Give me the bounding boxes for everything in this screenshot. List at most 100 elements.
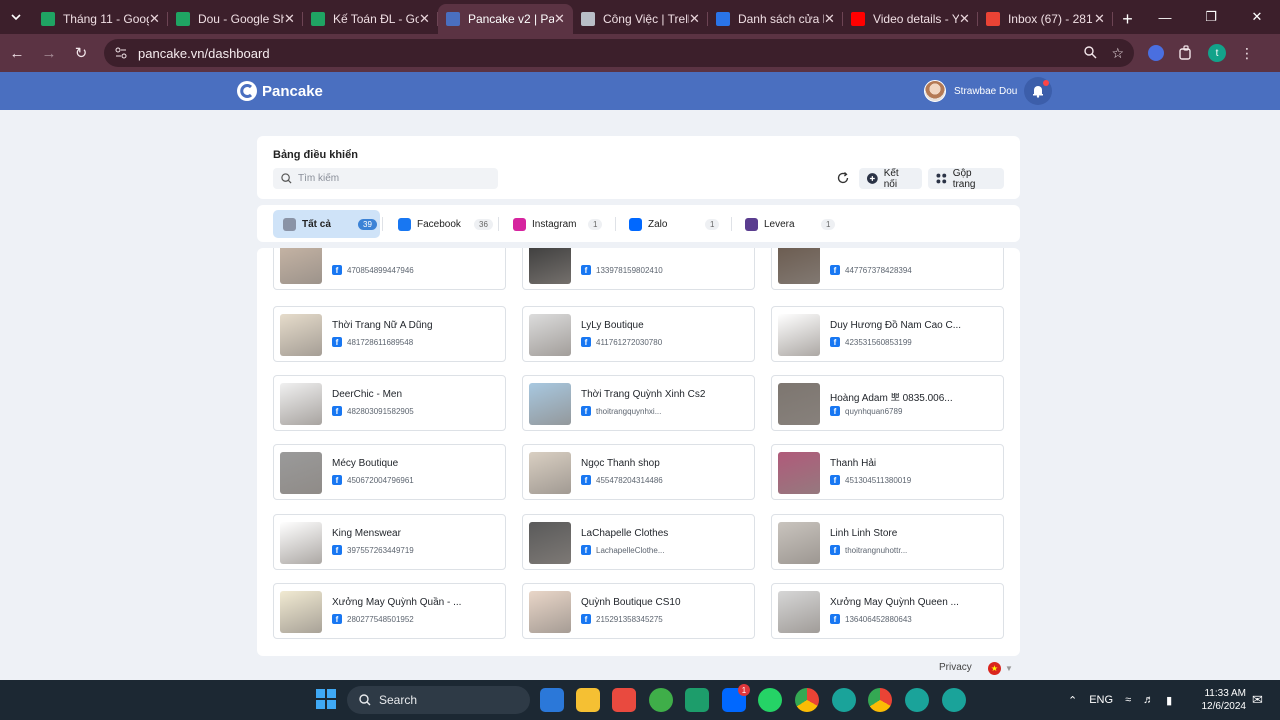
browser-tab[interactable]: Danh sách cửa h ✕	[708, 4, 843, 34]
channel-tab-all-pages[interactable]: Tất cả 39	[273, 210, 380, 238]
refresh-icon[interactable]	[836, 171, 850, 185]
privacy-link[interactable]: Privacy	[939, 662, 972, 673]
page-card[interactable]: Hoàng Adam 뽀 0835.006... f quynhquan6789	[771, 375, 1004, 431]
tab-divider	[731, 217, 732, 231]
page-card[interactable]: Quỳnh Boutique CS10 f 215291358345275	[522, 583, 755, 639]
browser-tab[interactable]: Pancake v2 | Pan ✕	[437, 4, 573, 34]
language-dropdown-icon[interactable]: ▼	[1005, 664, 1013, 673]
notification-button[interactable]	[1024, 77, 1052, 105]
user-menu[interactable]: Strawbae Dou	[924, 80, 1017, 102]
merge-pages-button[interactable]: Gộp trang	[928, 168, 1004, 190]
file-explorer-icon[interactable]	[576, 688, 600, 712]
tab-close-icon[interactable]: ✕	[959, 11, 970, 27]
tab-title: Kế Toán ĐL - Go	[332, 12, 420, 26]
site-info-icon[interactable]	[114, 46, 128, 60]
page-id-row: f 481728611689548	[332, 337, 413, 347]
language-indicator[interactable]: ENG	[1089, 694, 1113, 706]
reload-icon[interactable]: ↻	[66, 38, 96, 68]
tab-close-icon[interactable]: ✕	[149, 11, 160, 27]
channel-tab-zalo[interactable]: Zalo 1	[619, 210, 727, 238]
back-icon[interactable]: ←	[2, 38, 32, 68]
pancake-logo[interactable]: Pancake	[236, 80, 323, 102]
page-card[interactable]: Ngọc Thanh shop f 455478204314486	[522, 444, 755, 500]
tab-close-icon[interactable]: ✕	[824, 11, 835, 27]
address-bar[interactable]: pancake.vn/dashboard ☆	[104, 39, 1134, 67]
page-name: LyLy Boutique	[581, 320, 644, 331]
tab-close-icon[interactable]: ✕	[1094, 11, 1105, 27]
page-card[interactable]: Xưởng May Quỳnh Queen ... f 13640645288064…	[771, 583, 1004, 639]
page-avatar	[280, 591, 322, 633]
channel-tab-levera[interactable]: Levera 1	[735, 210, 843, 238]
stock-app-icon[interactable]	[685, 688, 709, 712]
wifi-icon[interactable]: ≈	[1125, 694, 1131, 706]
tray-overflow-icon[interactable]: ⌃	[1068, 694, 1077, 707]
browser-tab[interactable]: Kế Toán ĐL - Go ✕	[303, 4, 438, 34]
page-card[interactable]: Thời Trang Quỳnh Xinh Cs2 f thoitrangquynh…	[522, 375, 755, 431]
browser-menu-icon[interactable]: ⋮	[1240, 45, 1254, 62]
tab-title: Danh sách cửa h	[737, 12, 825, 26]
tab-search-button[interactable]	[0, 0, 33, 34]
store-app-icon[interactable]	[612, 688, 636, 712]
page-card[interactable]: Duy Hương Đồ Nam Cao C... f 42353156085319…	[771, 306, 1004, 362]
chrome-profile-icon-2[interactable]	[905, 688, 929, 712]
page-card[interactable]: f 447767378428394	[771, 248, 1004, 290]
page-card[interactable]: LyLy Boutique f 411761272030780	[522, 306, 755, 362]
zalo-taskbar-icon[interactable]: 1	[722, 684, 750, 712]
minimize-icon[interactable]: —	[1142, 0, 1188, 34]
chrome-profile-icon[interactable]	[832, 688, 856, 712]
task-view-icon[interactable]	[540, 688, 564, 712]
zoom-icon[interactable]	[1083, 45, 1097, 59]
search-input[interactable]	[298, 173, 488, 184]
close-window-icon[interactable]: ✕	[1234, 0, 1280, 34]
connect-button[interactable]: Kết nối	[859, 168, 922, 190]
browser-tab[interactable]: Dou - Google Sh ✕	[168, 4, 303, 34]
puzzle-icon[interactable]	[1178, 45, 1194, 61]
page-card[interactable]: Thanh Hải f 451304511380019	[771, 444, 1004, 500]
page-card[interactable]: f 470854899447946	[273, 248, 506, 290]
zalo-icon	[629, 217, 642, 231]
page-card[interactable]: Linh Linh Store f thoitrangnuhottr...	[771, 514, 1004, 570]
maximize-icon[interactable]: ❐	[1188, 0, 1234, 34]
tab-close-icon[interactable]: ✕	[419, 11, 430, 27]
tab-close-icon[interactable]: ✕	[554, 11, 565, 27]
tab-close-icon[interactable]: ✕	[284, 11, 295, 27]
channel-tab-facebook[interactable]: Facebook 36	[388, 210, 496, 238]
new-tab-button[interactable]: +	[1113, 4, 1142, 34]
page-card[interactable]: Thời Trang Nữ A Dũng f 481728611689548	[273, 306, 506, 362]
page-id-row: f quynhquan6789	[830, 406, 902, 416]
search-box[interactable]	[273, 168, 498, 189]
vietnam-flag-icon[interactable]: ★	[988, 662, 1001, 675]
channel-tab-instagram[interactable]: Instagram 1	[503, 210, 611, 238]
tab-close-icon[interactable]: ✕	[689, 11, 700, 27]
chrome-profile-icon-3[interactable]	[942, 688, 966, 712]
taskbar-search[interactable]: Search	[347, 686, 530, 714]
forward-icon[interactable]: →	[34, 38, 64, 68]
extension-icon[interactable]	[1148, 45, 1164, 61]
battery-icon[interactable]: ▮	[1166, 694, 1172, 707]
page-card[interactable]: Mécy Boutique f 450672004796961	[273, 444, 506, 500]
page-card[interactable]: LaChapelle Clothes f LachapelleClothe...	[522, 514, 755, 570]
channel-tab-label: Tất cả	[302, 218, 331, 230]
page-name: Thanh Hải	[830, 458, 877, 469]
browser-tab[interactable]: Công Việc | Trello ✕	[573, 4, 708, 34]
profile-avatar[interactable]: t	[1208, 44, 1226, 62]
bookmark-star-icon[interactable]: ☆	[1111, 45, 1124, 62]
browser-tab[interactable]: Video details - Y ✕	[843, 4, 978, 34]
system-clock[interactable]: 11:33 AM 12/6/2024	[1196, 687, 1247, 713]
volume-icon[interactable]: ♬	[1143, 694, 1154, 706]
browser-tab[interactable]: Tháng 11 - Goog ✕	[33, 4, 168, 34]
page-card[interactable]: DeerChic - Men f 482803091582905	[273, 375, 506, 431]
windows-start-icon[interactable]	[316, 689, 336, 709]
app-icon-green[interactable]	[649, 688, 673, 712]
browser-tab[interactable]: Inbox (67) - 281 ✕	[978, 4, 1113, 34]
chrome-icon[interactable]	[795, 688, 819, 712]
chrome-active-icon[interactable]	[868, 688, 892, 712]
page-card[interactable]: Xưởng May Quỳnh Quần - ... f 2802775485019…	[273, 583, 506, 639]
whatsapp-icon[interactable]	[758, 688, 782, 712]
tab-favicon-icon	[985, 12, 1000, 26]
page-card[interactable]: f 133978159802410	[522, 248, 755, 290]
page-card[interactable]: King Menswear f 397557263449719	[273, 514, 506, 570]
notification-bell-icon[interactable]: ✉	[1252, 692, 1263, 708]
facebook-icon: f	[332, 406, 342, 416]
levera-icon	[745, 217, 758, 231]
